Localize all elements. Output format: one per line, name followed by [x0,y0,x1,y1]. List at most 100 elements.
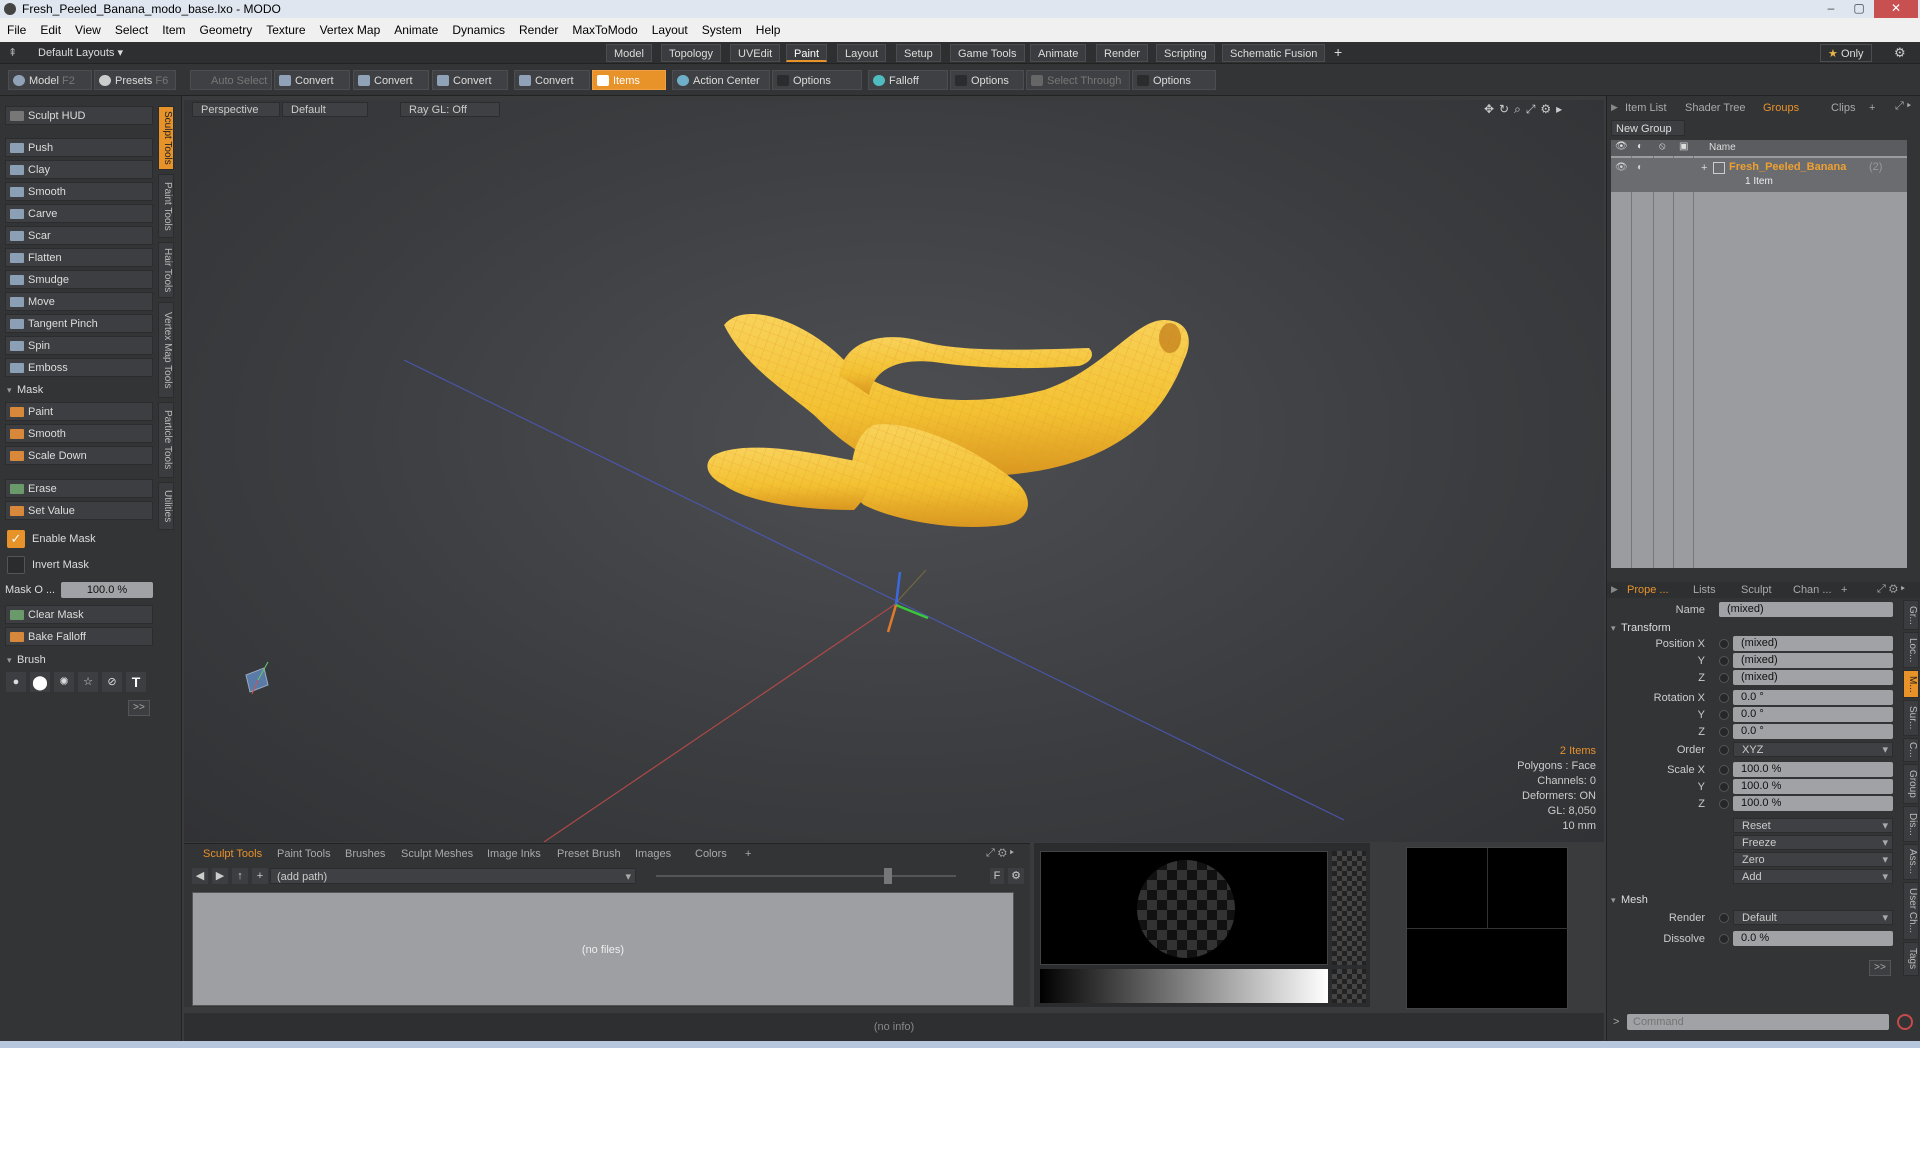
tab-images[interactable]: Images [630,846,676,862]
settings-gear-icon[interactable]: ⚙ [1894,45,1906,61]
tab-render[interactable]: Render [1096,44,1149,62]
new-group-button[interactable]: New Group [1611,120,1685,136]
tab-animate[interactable]: Animate [1030,44,1087,62]
menu-layout[interactable]: Layout [645,23,695,37]
tab-particle-tools[interactable]: Particle Tools [158,402,174,478]
tab-setup[interactable]: Setup [896,44,941,62]
tab-topology[interactable]: Topology [661,44,722,62]
slider-handle[interactable] [884,868,892,884]
keyframe-dot-icon[interactable] [1719,693,1729,703]
tab-paint-tools-browser[interactable]: Paint Tools [272,846,336,862]
invert-mask-checkbox[interactable] [7,556,25,574]
action-center-button[interactable]: Action Center [672,70,770,90]
render-icon[interactable]: ◐ [1637,141,1643,152]
tool-move[interactable]: Move [5,292,153,311]
enable-mask-checkbox[interactable]: ✓ [7,530,25,548]
tab-sculpt-tools[interactable]: Sculpt Tools [158,106,174,170]
filter-button[interactable]: F [990,868,1004,884]
tab-layout[interactable]: Layout [837,44,887,62]
keyframe-dot-icon[interactable] [1719,710,1729,720]
tab-utilities[interactable]: Utilities [158,482,174,530]
text-brush-icon[interactable]: T [126,672,146,692]
keyframe-dot-icon[interactable] [1719,913,1729,923]
reset-dropdown[interactable]: Reset [1733,818,1893,834]
keyframe-dot-icon[interactable] [1719,745,1729,755]
select-through-button[interactable]: Select Through [1026,70,1130,90]
tab-uvedit[interactable]: UVEdit [730,44,781,62]
browser-panel-icons[interactable]: ⤢ ⚙ ▸ [986,847,1014,860]
tab-scripting[interactable]: Scripting [1156,44,1215,62]
collapse-icon[interactable]: ⇞ [8,46,17,59]
menu-render[interactable]: Render [512,23,565,37]
tab-vertex-map-tools[interactable]: Vertex Map Tools [158,302,174,398]
more-properties-button[interactable]: >> [1869,960,1891,976]
rotation-y-field[interactable]: 0.0 ° [1733,707,1893,722]
convert-items-button[interactable]: Convert [514,70,590,90]
side-tab-group-2[interactable]: Group [1903,764,1919,804]
up-folder-icon[interactable]: ↑ [232,868,248,884]
menu-edit[interactable]: Edit [33,23,68,37]
tab-lists[interactable]: Lists [1687,582,1722,598]
name-column-header[interactable]: Name [1709,142,1736,153]
selectable-icon[interactable]: ▣ [1679,141,1688,152]
bake-falloff-button[interactable]: Bake Falloff [5,627,153,646]
keyframe-dot-icon[interactable] [1719,656,1729,666]
tool-smudge[interactable]: Smudge [5,270,153,289]
panel-grip-icon[interactable]: ▶ [1611,584,1618,595]
keyframe-dot-icon[interactable] [1719,727,1729,737]
menu-system[interactable]: System [695,23,749,37]
render-dropdown[interactable]: Default [1733,910,1893,926]
order-dropdown[interactable]: XYZ [1733,742,1893,758]
tab-schematic-fusion[interactable]: Schematic Fusion [1222,44,1326,62]
tab-item-list[interactable]: Item List [1619,100,1673,116]
keyframe-dot-icon[interactable] [1719,673,1729,683]
erase-button[interactable]: Erase [5,479,153,498]
sculpt-hud-button[interactable]: Sculpt HUD [5,106,153,125]
tab-paint-tools[interactable]: Paint Tools [158,174,174,238]
side-tab-mesh[interactable]: M... [1903,670,1919,698]
falloff-options-button[interactable]: Options [950,70,1024,90]
command-input[interactable] [1627,1014,1889,1030]
expand-icon[interactable]: + [1701,162,1707,174]
tab-sculpt-tools-browser[interactable]: Sculpt Tools [198,846,267,862]
tab-brushes[interactable]: Brushes [340,846,390,862]
thumbnail-size-slider[interactable] [656,875,956,877]
mesh-section-header[interactable]: Mesh [1609,892,1759,908]
group-row-fresh-peeled-banana[interactable]: 👁 ◐ + Fresh_Peeled_Banana (2) 1 Item [1611,158,1907,192]
menu-vertex-map[interactable]: Vertex Map [313,23,388,37]
add-tab-icon[interactable]: + [1334,44,1342,60]
scale-y-field[interactable]: 100.0 % [1733,779,1893,794]
close-icon[interactable]: ✕ [1874,0,1918,18]
mask-section-header[interactable]: Mask [5,382,155,398]
tab-sculpt-meshes[interactable]: Sculpt Meshes [396,846,478,862]
menu-item[interactable]: Item [155,23,192,37]
splat-brush-icon[interactable]: ✺ [54,672,74,692]
tab-shader-tree[interactable]: Shader Tree [1679,100,1752,116]
side-tab-group[interactable]: Gr... [1903,600,1919,630]
model-mode-button[interactable]: Model F2 [8,70,92,90]
visibility-eye-icon[interactable]: 👁 [1615,141,1628,152]
menu-geometry[interactable]: Geometry [193,23,260,37]
menu-dynamics[interactable]: Dynamics [445,23,512,37]
banana-model[interactable] [707,313,1189,528]
add-browser-tab-icon[interactable]: + [740,846,756,862]
tab-preset-brush[interactable]: Preset Brush [552,846,626,862]
dissolve-field[interactable]: 0.0 % [1733,931,1893,946]
tool-emboss[interactable]: Emboss [5,358,153,377]
position-y-field[interactable]: (mixed) [1733,653,1893,668]
tool-flatten[interactable]: Flatten [5,248,153,267]
tab-properties[interactable]: Prope ... [1621,582,1675,598]
tab-image-inks[interactable]: Image Inks [482,846,546,862]
side-tab-assembly[interactable]: Ass... [1903,844,1919,880]
rotation-x-field[interactable]: 0.0 ° [1733,690,1893,705]
presets-button[interactable]: Presets F6 [94,70,176,90]
procedural-brush-icon[interactable]: ⊘ [102,672,122,692]
clear-mask-button[interactable]: Clear Mask [5,605,153,624]
layout-selector[interactable]: Default Layouts ▾ [38,46,123,59]
zero-dropdown[interactable]: Zero [1733,852,1893,868]
position-z-field[interactable]: (mixed) [1733,670,1893,685]
tab-channels[interactable]: Chan ... [1787,582,1838,598]
tool-clay[interactable]: Clay [5,160,153,179]
set-value-button[interactable]: Set Value [5,501,153,520]
mask-paint-button[interactable]: Paint [5,402,153,421]
